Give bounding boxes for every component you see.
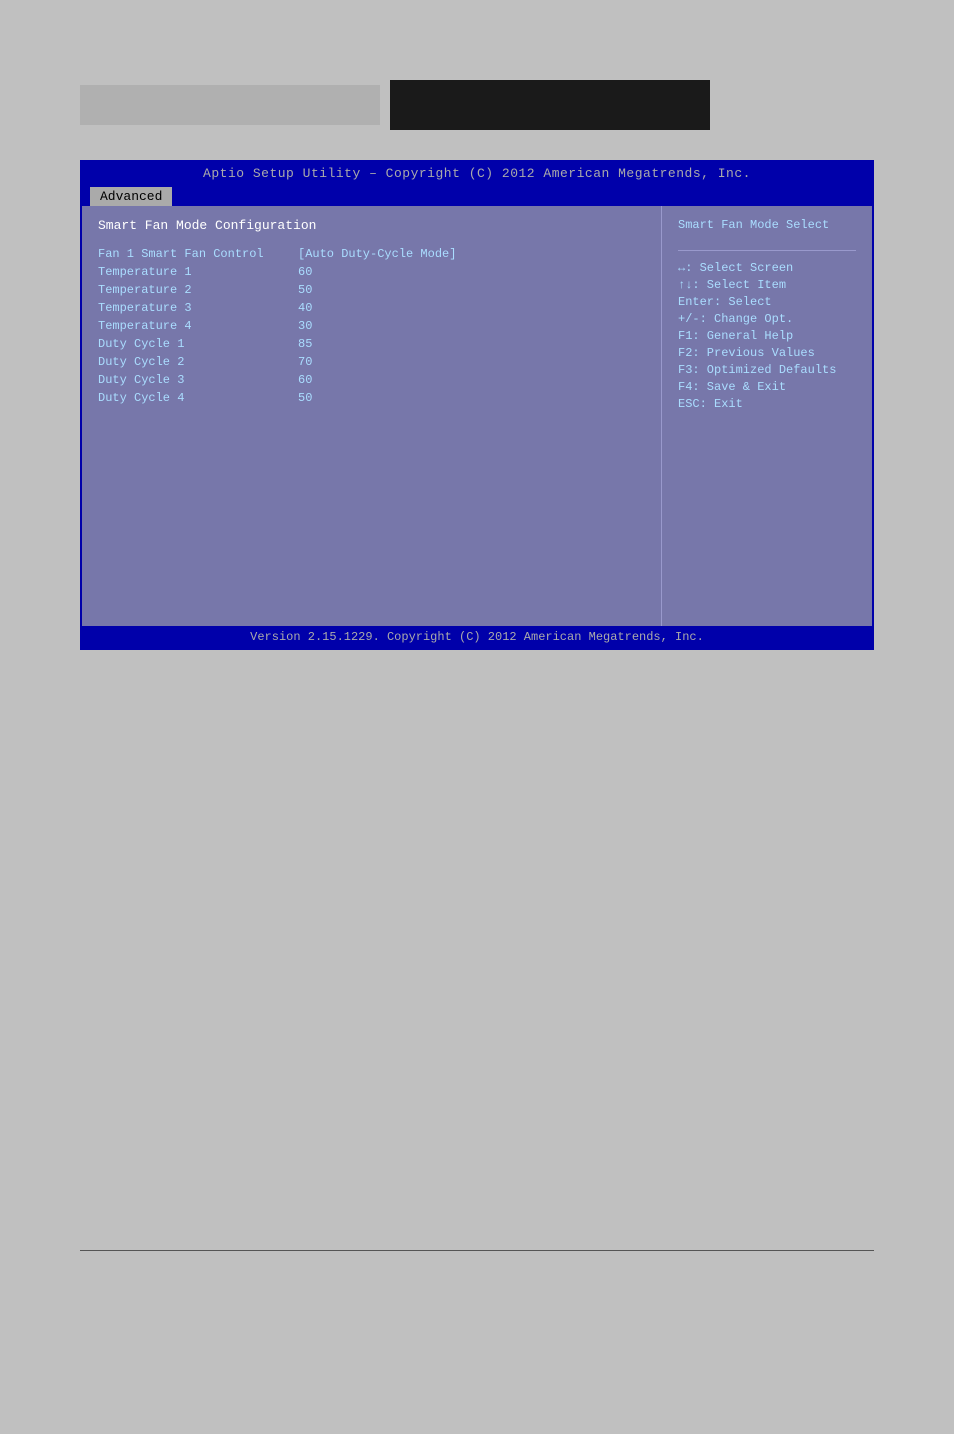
section-title: Smart Fan Mode Configuration [98, 218, 645, 233]
row-label-5: Duty Cycle 1 [98, 337, 298, 351]
shortcut-0: ↔: Select Screen [678, 261, 856, 275]
bios-title-bar: Aptio Setup Utility – Copyright (C) 2012… [82, 162, 872, 185]
row-label-3: Temperature 3 [98, 301, 298, 315]
row-label-0: Fan 1 Smart Fan Control [98, 247, 298, 261]
bios-footer: Version 2.15.1229. Copyright (C) 2012 Am… [82, 626, 872, 648]
row-label-8: Duty Cycle 4 [98, 391, 298, 405]
top-bar-area [0, 0, 954, 150]
bios-left-panel: Smart Fan Mode Configuration Fan 1 Smart… [82, 206, 662, 626]
table-row[interactable]: Temperature 3 40 [98, 301, 645, 315]
row-value-4: 30 [298, 319, 312, 333]
bottom-area [0, 1250, 954, 1251]
table-row[interactable]: Temperature 2 50 [98, 283, 645, 297]
page-wrapper: Aptio Setup Utility – Copyright (C) 2012… [0, 0, 954, 1434]
row-label-6: Duty Cycle 2 [98, 355, 298, 369]
bios-tab-row: Advanced [82, 185, 872, 206]
footer-text: Version 2.15.1229. Copyright (C) 2012 Am… [250, 630, 704, 644]
shortcut-4: F1: General Help [678, 329, 856, 343]
row-value-8: 50 [298, 391, 312, 405]
top-bar-right [390, 80, 710, 130]
bottom-divider [80, 1250, 874, 1251]
row-value-1: 60 [298, 265, 312, 279]
shortcut-7: F4: Save & Exit [678, 380, 856, 394]
row-value-3: 40 [298, 301, 312, 315]
row-value-6: 70 [298, 355, 312, 369]
shortcut-6: F3: Optimized Defaults [678, 363, 856, 377]
row-value-7: 60 [298, 373, 312, 387]
table-row[interactable]: Duty Cycle 4 50 [98, 391, 645, 405]
row-label-7: Duty Cycle 3 [98, 373, 298, 387]
row-label-2: Temperature 2 [98, 283, 298, 297]
row-label-1: Temperature 1 [98, 265, 298, 279]
shortcut-3: +/-: Change Opt. [678, 312, 856, 326]
table-row[interactable]: Fan 1 Smart Fan Control [Auto Duty-Cycle… [98, 247, 645, 261]
bios-title: Aptio Setup Utility – Copyright (C) 2012… [203, 166, 751, 181]
shortcut-1: ↑↓: Select Item [678, 278, 856, 292]
right-divider [678, 250, 856, 251]
top-bar-inner [80, 80, 874, 130]
shortcut-8: ESC: Exit [678, 397, 856, 411]
top-bar-left [80, 85, 380, 125]
row-value-2: 50 [298, 283, 312, 297]
row-value-0: [Auto Duty-Cycle Mode] [298, 247, 456, 261]
table-row[interactable]: Duty Cycle 2 70 [98, 355, 645, 369]
advanced-tab[interactable]: Advanced [90, 187, 172, 206]
table-row[interactable]: Duty Cycle 1 85 [98, 337, 645, 351]
row-value-5: 85 [298, 337, 312, 351]
table-row[interactable]: Duty Cycle 3 60 [98, 373, 645, 387]
row-label-4: Temperature 4 [98, 319, 298, 333]
table-row[interactable]: Temperature 4 30 [98, 319, 645, 333]
table-row[interactable]: Temperature 1 60 [98, 265, 645, 279]
help-title: Smart Fan Mode Select [678, 218, 856, 232]
shortcut-5: F2: Previous Values [678, 346, 856, 360]
bios-main: Smart Fan Mode Configuration Fan 1 Smart… [82, 206, 872, 626]
bios-container: Aptio Setup Utility – Copyright (C) 2012… [80, 160, 874, 650]
shortcut-2: Enter: Select [678, 295, 856, 309]
bios-right-panel: Smart Fan Mode Select ↔: Select Screen ↑… [662, 206, 872, 626]
